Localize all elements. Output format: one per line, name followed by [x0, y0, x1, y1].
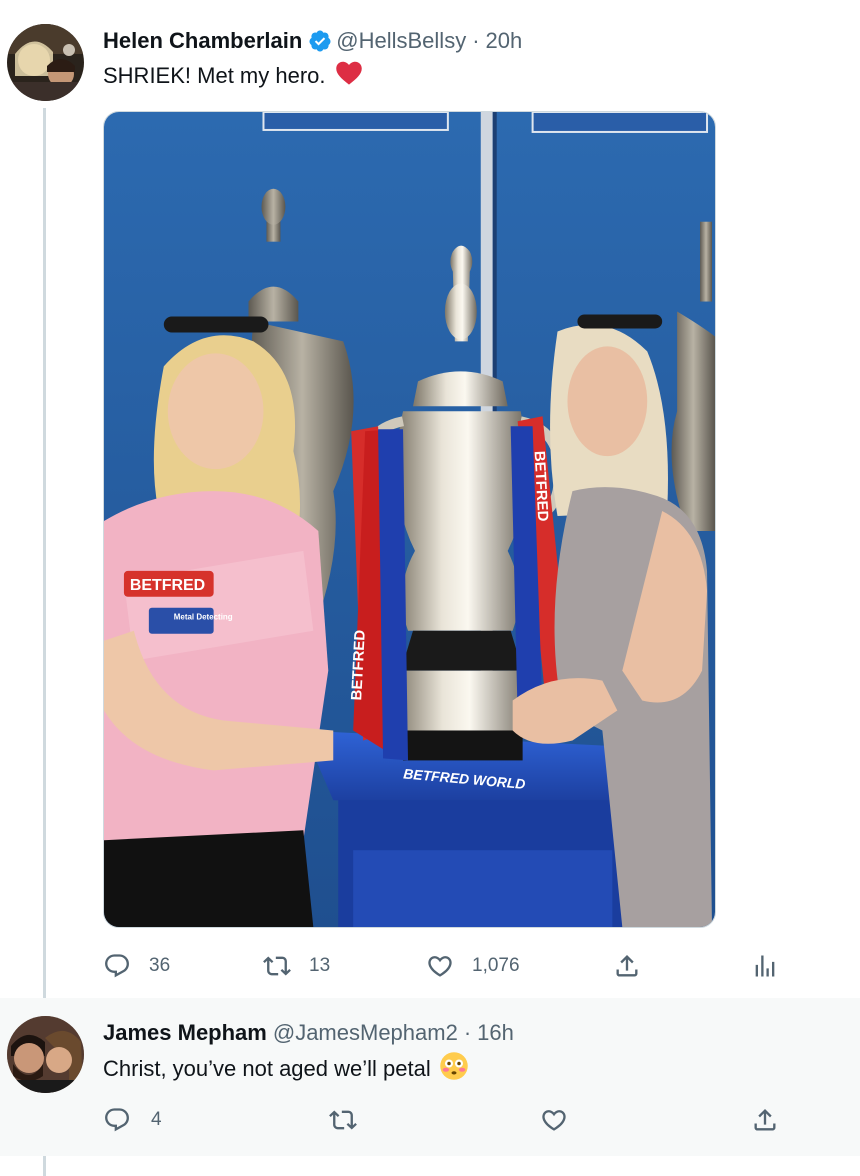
reply-icon: [105, 1108, 129, 1132]
reply-author-handle[interactable]: @JamesMepham2: [273, 1020, 458, 1046]
reply-count: 36: [149, 955, 171, 976]
share-icon: [616, 955, 638, 977]
tweet-timestamp[interactable]: 20h: [486, 28, 523, 54]
reply-author-name[interactable]: James Mepham: [103, 1020, 267, 1046]
reply-tweet-actions: 4: [103, 1104, 783, 1136]
author-name[interactable]: Helen Chamberlain: [103, 28, 302, 54]
share-button[interactable]: [613, 952, 641, 980]
analytics-button[interactable]: [751, 952, 779, 980]
like-icon: [542, 1110, 566, 1131]
reply-avatar-photo: [7, 1016, 84, 1093]
reply-reply-button[interactable]: 4: [103, 1106, 162, 1134]
like-button[interactable]: 1,076: [426, 952, 520, 980]
reply-body: Christ, you’ve not aged we’ll petal: [103, 1052, 469, 1086]
reply-like-button[interactable]: [540, 1106, 568, 1134]
photo-illustration: BETFRED WORLD BETFRED BETFRED BETFRED Me…: [104, 112, 715, 927]
reply-share-button[interactable]: [751, 1106, 779, 1134]
red-heart-emoji-icon: [334, 58, 364, 94]
reply-button[interactable]: 36: [103, 952, 170, 980]
reply-icon: [105, 954, 129, 978]
retweet-icon: [329, 1110, 357, 1130]
retweet-count: 13: [309, 955, 331, 976]
tweet-body: SHRIEK! Met my hero.: [103, 60, 364, 92]
separator-dot: ·: [472, 28, 480, 53]
flushed-face-emoji-icon: [439, 1051, 469, 1087]
thread-connector-line: [43, 108, 46, 998]
like-count: 1,076: [472, 955, 520, 976]
like-icon: [428, 956, 452, 977]
retweet-button[interactable]: 13: [263, 952, 330, 980]
shirt-sponsor-text: Metal Detecting: [174, 613, 233, 622]
avatar-photo: [7, 24, 84, 101]
tweet-text: SHRIEK! Met my hero.: [103, 63, 326, 88]
tweet-photo[interactable]: BETFRED WORLD BETFRED BETFRED BETFRED Me…: [103, 111, 716, 928]
verified-badge-icon: [308, 29, 332, 53]
reply-header: James Mepham @JamesMepham2 · 16h: [103, 1018, 514, 1048]
reply-retweet-button[interactable]: [329, 1106, 357, 1134]
reply-author-avatar[interactable]: [7, 1016, 84, 1093]
reply-text: Christ, you’ve not aged we’ll petal: [103, 1056, 431, 1081]
main-tweet-actions: 36 13 1,076: [103, 950, 783, 982]
retweet-icon: [263, 956, 291, 976]
share-icon: [754, 1109, 776, 1131]
shirt-logo-text: BETFRED: [130, 577, 205, 594]
tweet-header: Helen Chamberlain @HellsBellsy · 20h: [103, 26, 522, 56]
reply-reply-count: 4: [151, 1109, 162, 1130]
reply-separator-dot: ·: [463, 1020, 472, 1045]
analytics-icon: [755, 955, 775, 977]
reply-tweet[interactable]: James Mepham @JamesMepham2 · 16h Christ,…: [0, 998, 860, 1156]
author-avatar[interactable]: [7, 24, 84, 101]
reply-timestamp[interactable]: 16h: [477, 1020, 514, 1046]
author-handle[interactable]: @HellsBellsy: [336, 28, 466, 54]
